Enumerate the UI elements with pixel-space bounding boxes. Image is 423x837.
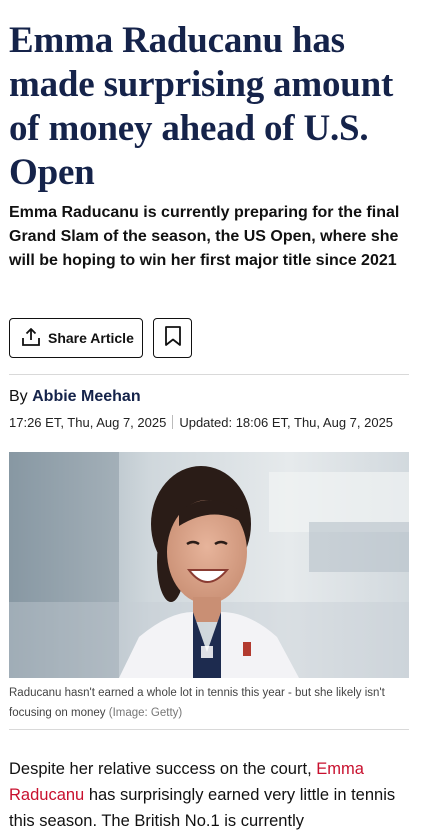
article-standfirst: Emma Raducanu is currently preparing for… (9, 204, 400, 269)
article-photo (9, 452, 409, 678)
article-actions: Share Article (9, 318, 192, 358)
body-text-start: Despite her relative success on the cour… (9, 760, 317, 778)
photo-caption: Raducanu hasn't earned a whole lot in te… (9, 683, 409, 723)
article-headline: Emma Raducanu has made surprising amount… (9, 20, 394, 193)
bookmark-button[interactable] (153, 318, 192, 358)
byline-prefix: By (9, 388, 28, 405)
image-credit: (Image: Getty) (108, 707, 183, 719)
share-article-button[interactable]: Share Article (9, 318, 143, 358)
share-article-label: Share Article (48, 330, 134, 346)
published-time: 17:26 ET, Thu, Aug 7, 2025 (9, 415, 167, 430)
caption-text: Raducanu hasn't earned a whole lot in te… (9, 687, 385, 719)
article-dates: 17:26 ET, Thu, Aug 7, 2025 Updated: 18:06… (9, 415, 393, 430)
updated-time: Updated: 18:06 ET, Thu, Aug 7, 2025 (179, 415, 394, 430)
article-body-paragraph: Despite her relative success on the cour… (9, 756, 409, 834)
photo-illustration (9, 452, 409, 678)
byline: By Abbie Meehan (9, 388, 141, 406)
bookmark-icon (164, 325, 182, 352)
share-upload-icon (20, 326, 42, 351)
date-separator (172, 415, 174, 429)
divider (9, 729, 409, 730)
divider (9, 374, 409, 375)
author-link[interactable]: Abbie Meehan (32, 388, 140, 405)
